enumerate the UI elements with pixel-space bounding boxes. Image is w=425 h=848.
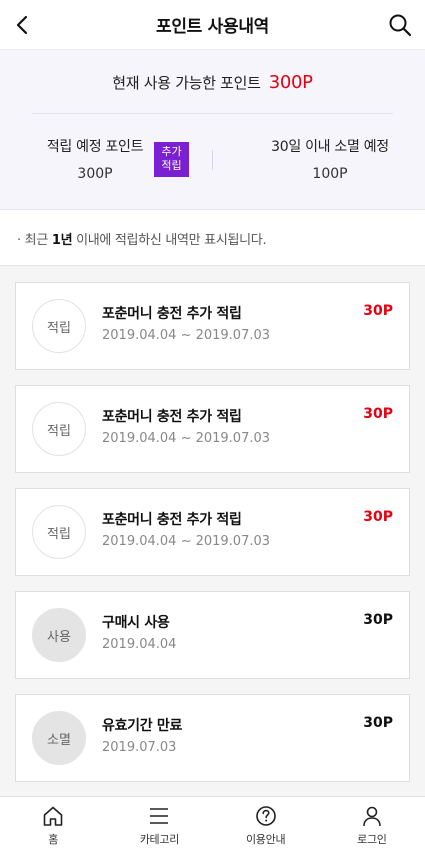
- list-item[interactable]: 사용 구매시 사용 2019.04.04 30P: [15, 591, 410, 679]
- available-points-label: 현재 사용 가능한 포인트: [112, 74, 261, 92]
- nav-guide[interactable]: 이용안내: [213, 797, 319, 848]
- item-points: 30P: [363, 715, 393, 731]
- badge-line2: 적립: [161, 159, 182, 172]
- item-points: 30P: [363, 612, 393, 628]
- badge-line1: 추가: [161, 145, 182, 158]
- type-badge: 소멸: [32, 711, 86, 765]
- notice-prefix: · 최근: [17, 233, 52, 248]
- additional-earn-badge[interactable]: 추가 적립: [154, 142, 189, 177]
- available-points: 현재 사용 가능한 포인트 300P: [0, 72, 425, 93]
- bottom-nav: 홈 카테고리 이용안내 로그인: [0, 796, 425, 848]
- type-badge: 적립: [32, 299, 86, 353]
- expiring-points-value: 100P: [312, 166, 348, 182]
- points-summary: 현재 사용 가능한 포인트 300P 적립 예정 포인트 300P 30일 이내 …: [0, 50, 425, 210]
- nav-login[interactable]: 로그인: [319, 797, 425, 848]
- chevron-left-icon[interactable]: [8, 10, 38, 40]
- notice-bold: 1년: [51, 233, 73, 248]
- header: 포인트 사용내역: [0, 0, 425, 50]
- list-item[interactable]: 적립 포춘머니 충전 추가 적립 2019.04.04 ~ 2019.07.03…: [15, 488, 410, 576]
- item-date: 2019.04.04 ~ 2019.07.03: [102, 328, 271, 343]
- item-points: 30P: [363, 509, 393, 525]
- summary-vertical-divider: [212, 150, 213, 170]
- item-date: 2019.07.03: [102, 740, 177, 755]
- item-title: 구매시 사용: [102, 615, 170, 631]
- item-title: 포춘머니 충전 추가 적립: [102, 409, 242, 425]
- help-icon: [254, 805, 278, 827]
- expiring-points-label: 30일 이내 소멸 예정: [271, 139, 389, 155]
- notice-text: · 최근 1년 이내에 적립하신 내역만 표시됩니다.: [0, 211, 425, 266]
- nav-category-label: 카테고리: [139, 833, 180, 846]
- item-date: 2019.04.04: [102, 637, 177, 652]
- search-icon[interactable]: [385, 10, 415, 40]
- item-date: 2019.04.04 ~ 2019.07.03: [102, 431, 271, 446]
- type-badge: 적립: [32, 402, 86, 456]
- available-points-value: 300P: [268, 72, 313, 93]
- nav-home[interactable]: 홈: [0, 797, 106, 848]
- nav-category[interactable]: 카테고리: [106, 797, 212, 848]
- page-title: 포인트 사용내역: [156, 17, 269, 37]
- points-history-list: 적립 포춘머니 충전 추가 적립 2019.04.04 ~ 2019.07.03…: [0, 266, 425, 796]
- nav-home-label: 홈: [48, 833, 59, 846]
- list-item[interactable]: 적립 포춘머니 충전 추가 적립 2019.04.04 ~ 2019.07.03…: [15, 385, 410, 473]
- menu-icon: [147, 805, 171, 827]
- item-title: 유효기간 만료: [102, 718, 183, 734]
- expiring-points: 30일 이내 소멸 예정 100P: [235, 136, 425, 182]
- notice-suffix: 이내에 적립하신 내역만 표시됩니다.: [72, 233, 267, 248]
- item-date: 2019.04.04 ~ 2019.07.03: [102, 534, 271, 549]
- list-item[interactable]: 소멸 유효기간 만료 2019.07.03 30P: [15, 694, 410, 782]
- item-points: 30P: [363, 303, 393, 319]
- user-icon: [360, 805, 384, 827]
- type-badge: 적립: [32, 505, 86, 559]
- item-points: 30P: [363, 406, 393, 422]
- home-icon: [41, 805, 65, 827]
- summary-divider: [32, 113, 393, 114]
- list-item[interactable]: 적립 포춘머니 충전 추가 적립 2019.04.04 ~ 2019.07.03…: [15, 282, 410, 370]
- type-badge: 사용: [32, 608, 86, 662]
- nav-login-label: 로그인: [357, 833, 387, 846]
- nav-guide-label: 이용안내: [245, 833, 286, 846]
- item-title: 포춘머니 충전 추가 적립: [102, 512, 242, 528]
- item-title: 포춘머니 충전 추가 적립: [102, 306, 242, 322]
